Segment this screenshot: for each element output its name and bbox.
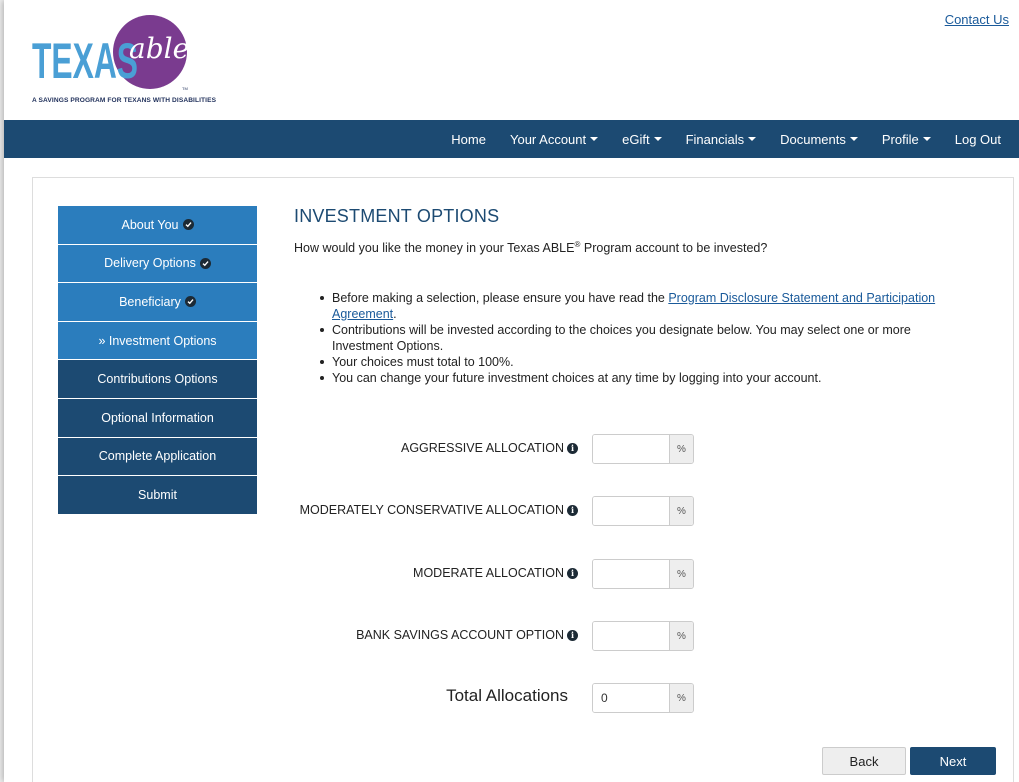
step-label: Delivery Options xyxy=(104,256,196,271)
page: Contact Us TEXAS able TM A SAVINGS PROGR… xyxy=(4,0,1019,782)
percent-input-group: % xyxy=(592,434,694,464)
contact-us-link[interactable]: Contact Us xyxy=(945,12,1009,27)
caret-down-icon xyxy=(849,137,858,141)
list-item: Contributions will be invested according… xyxy=(318,322,968,354)
check-circle-icon xyxy=(199,257,211,269)
step-label: Contributions Options xyxy=(97,372,218,387)
main-navbar: Home Your Account eGift Financials Docum… xyxy=(4,120,1019,158)
nav-home-label: Home xyxy=(451,131,486,147)
moderate-allocation-input[interactable] xyxy=(593,560,669,588)
nav-documents[interactable]: Documents xyxy=(780,132,858,147)
question-text: How would you like the money in your Tex… xyxy=(294,241,575,256)
list-item: You can change your future investment ch… xyxy=(318,370,968,386)
step-label: About You xyxy=(121,217,179,232)
check-circle-icon xyxy=(184,296,196,308)
step-beneficiary[interactable]: Beneficiary xyxy=(58,283,257,322)
nav-egift-label: eGift xyxy=(622,131,650,147)
step-label: Submit xyxy=(138,487,177,502)
logo-word-able: able xyxy=(129,32,189,65)
list-item: Your choices must total to 100%. xyxy=(318,354,968,370)
nav-documents-label: Documents xyxy=(780,131,846,147)
step-optional-information[interactable]: Optional Information xyxy=(58,398,257,438)
percent-addon: % xyxy=(669,435,693,463)
logo-graphic: TEXAS able TM xyxy=(32,15,189,91)
step-label: Optional Information xyxy=(101,410,214,425)
nav-home[interactable]: Home xyxy=(451,132,486,147)
caret-down-icon xyxy=(653,137,662,141)
allocation-label-text: MODERATE ALLOCATION xyxy=(413,566,564,580)
percent-addon: % xyxy=(669,497,693,525)
percent-input-group: % xyxy=(592,683,694,713)
investment-question: How would you like the money in your Tex… xyxy=(294,240,767,255)
bullet-text: Contributions will be invested according… xyxy=(332,323,911,353)
info-icon[interactable]: i xyxy=(567,504,578,516)
bullet-text: You can change your future investment ch… xyxy=(332,371,822,385)
back-button[interactable]: Back xyxy=(822,747,906,775)
aggressive-allocation-input[interactable] xyxy=(593,435,669,463)
total-allocations-row: Total Allocations % xyxy=(294,683,694,713)
step-complete-application[interactable]: Complete Application xyxy=(58,437,257,477)
nav-profile[interactable]: Profile xyxy=(882,132,931,147)
total-allocations-field xyxy=(593,684,669,712)
logo-word-texas: TEXAS xyxy=(32,33,138,89)
texas-able-logo[interactable]: TEXAS able TM xyxy=(32,10,202,110)
logo-trademark: TM xyxy=(182,86,188,91)
logo-tagline: A SAVINGS PROGRAM FOR TEXANS WITH DISABI… xyxy=(32,97,217,104)
percent-input-group: % xyxy=(592,559,694,589)
list-item: Before making a selection, please ensure… xyxy=(318,290,968,322)
allocation-label-text: AGGRESSIVE ALLOCATION xyxy=(400,441,564,455)
info-icon[interactable]: i xyxy=(567,442,578,454)
percent-addon: % xyxy=(669,684,693,712)
bullet-text: Before making a selection, please ensure… xyxy=(332,291,669,305)
allocation-label: MODERATE ALLOCATION i xyxy=(413,566,578,580)
question-text-end: Program account to be invested? xyxy=(580,241,768,256)
step-label: » Investment Options xyxy=(98,333,217,348)
next-button[interactable]: Next xyxy=(910,747,996,775)
aggressive-allocation-row: AGGRESSIVE ALLOCATION i % xyxy=(294,434,694,464)
step-delivery-options[interactable]: Delivery Options xyxy=(58,244,257,284)
check-circle-icon xyxy=(182,219,194,231)
page-title: INVESTMENT OPTIONS xyxy=(294,206,500,226)
allocation-label: AGGRESSIVE ALLOCATION i xyxy=(401,441,578,455)
allocation-label: BANK SAVINGS ACCOUNT OPTION i xyxy=(356,628,578,642)
caret-down-icon xyxy=(922,137,931,141)
percent-addon: % xyxy=(669,622,693,650)
allocation-label: MODERATELY CONSERVATIVE ALLOCATION i xyxy=(300,503,578,517)
percent-addon: % xyxy=(669,560,693,588)
nav-financials-label: Financials xyxy=(685,131,745,147)
percent-input-group: % xyxy=(592,621,694,651)
step-label: Beneficiary xyxy=(119,294,181,309)
step-investment-options[interactable]: » Investment Options xyxy=(58,321,257,361)
moderately-conservative-allocation-input[interactable] xyxy=(593,497,669,525)
allocation-label-text: MODERATELY CONSERVATIVE ALLOCATION xyxy=(299,503,564,517)
info-icon[interactable]: i xyxy=(567,567,578,579)
nav-log-out[interactable]: Log Out xyxy=(955,132,1001,147)
moderately-conservative-allocation-row: MODERATELY CONSERVATIVE ALLOCATION i % xyxy=(294,496,694,526)
bank-savings-option-row: BANK SAVINGS ACCOUNT OPTION i % xyxy=(294,621,694,651)
nav-egift[interactable]: eGift xyxy=(622,131,662,147)
caret-down-icon xyxy=(590,137,599,141)
allocation-label-text: BANK SAVINGS ACCOUNT OPTION xyxy=(356,628,564,642)
step-about-you[interactable]: About You xyxy=(58,206,257,245)
step-contributions-options[interactable]: Contributions Options xyxy=(58,360,257,399)
bullet-text: Your choices must total to 100%. xyxy=(332,355,514,369)
step-label: Complete Application xyxy=(98,449,217,464)
nav-financials[interactable]: Financials xyxy=(686,132,757,147)
nav-your-account[interactable]: Your Account xyxy=(509,131,599,147)
info-icon[interactable]: i xyxy=(567,629,578,641)
total-allocations-label: Total Allocations xyxy=(446,686,568,705)
caret-down-icon xyxy=(748,137,757,141)
instruction-list: Before making a selection, please ensure… xyxy=(318,290,968,386)
bank-savings-option-input[interactable] xyxy=(593,622,669,650)
moderate-allocation-row: MODERATE ALLOCATION i % xyxy=(294,559,694,589)
step-submit[interactable]: Submit xyxy=(58,476,257,515)
bullet-period: . xyxy=(393,307,397,321)
nav-log-out-label: Log Out xyxy=(954,131,1001,147)
percent-input-group: % xyxy=(592,496,694,526)
nav-profile-label: Profile xyxy=(881,131,919,147)
application-steps-sidebar: About You Delivery Options Beneficiary »… xyxy=(58,206,257,515)
nav-your-account-label: Your Account xyxy=(509,131,587,147)
